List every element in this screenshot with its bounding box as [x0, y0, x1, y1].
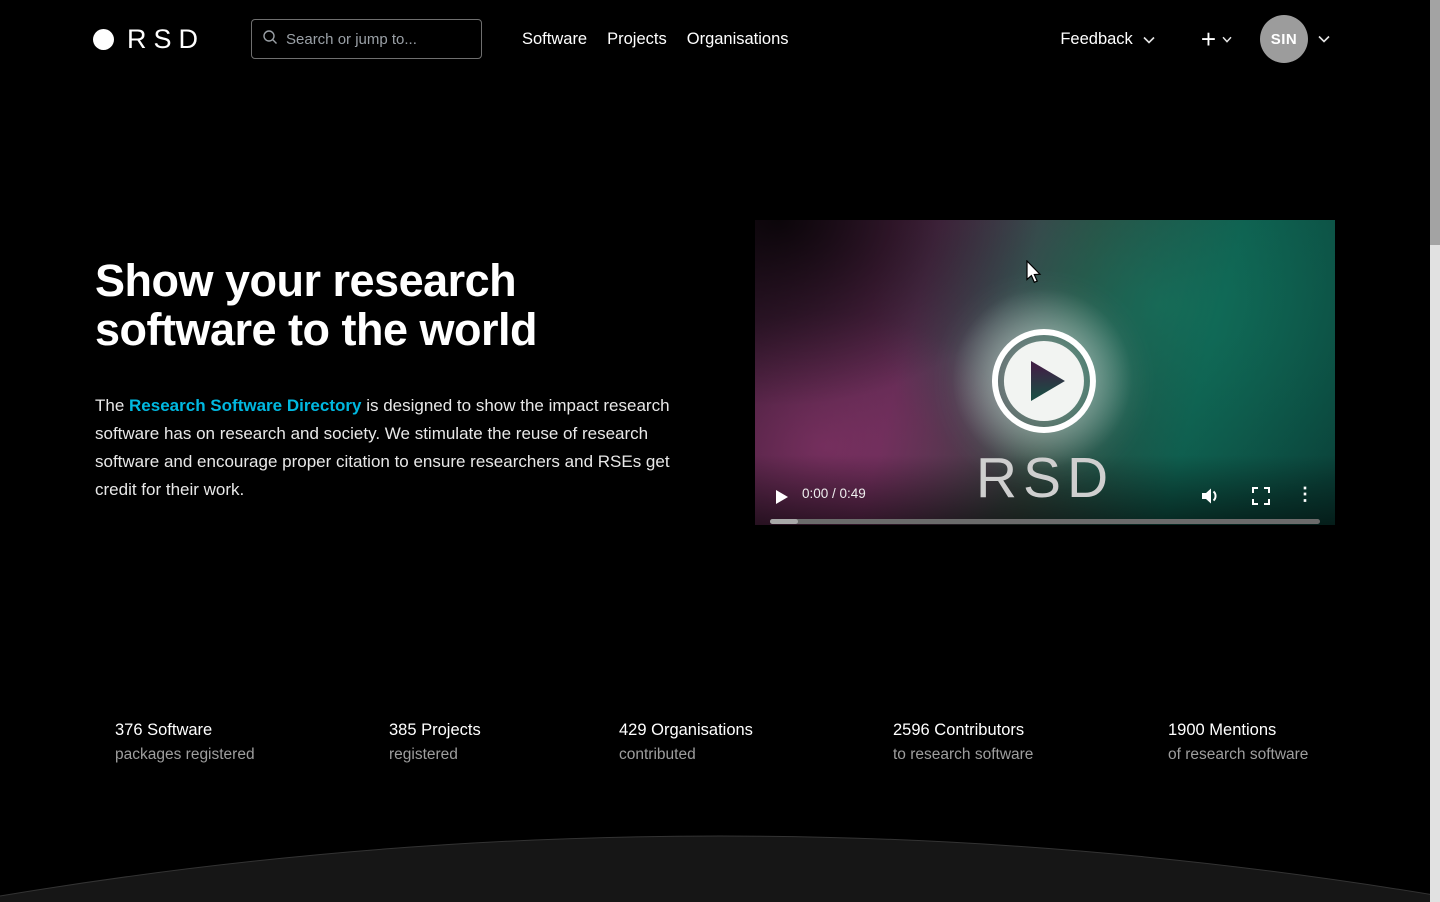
rsd-link[interactable]: Research Software Directory — [129, 396, 361, 415]
stat-contributors: 2596 Contributors to research software — [893, 718, 1168, 768]
stat-title: 1900 Mentions — [1168, 718, 1368, 742]
global-search[interactable] — [251, 19, 482, 59]
feedback-label: Feedback — [1060, 30, 1132, 49]
bottom-curve-decoration — [0, 832, 1440, 902]
page-title: Show your research software to the world — [95, 256, 670, 354]
stat-subtitle: registered — [389, 742, 619, 768]
header-right: Feedback + SIN — [1060, 0, 1330, 78]
stat-subtitle: packages registered — [115, 742, 389, 768]
play-icon[interactable] — [776, 490, 788, 504]
scrollbar-thumb[interactable] — [1430, 0, 1440, 245]
video-progress-loaded — [770, 519, 798, 524]
page-scrollbar[interactable] — [1430, 0, 1440, 902]
play-button[interactable] — [992, 329, 1096, 433]
user-menu[interactable]: SIN — [1260, 15, 1330, 63]
stat-subtitle: contributed — [619, 742, 893, 768]
chevron-down-icon — [1143, 30, 1155, 49]
stat-title: 2596 Contributors — [893, 718, 1168, 742]
intro-prefix: The — [95, 396, 129, 415]
fullscreen-icon[interactable] — [1252, 487, 1270, 510]
search-icon — [262, 29, 278, 50]
main-nav: Software Projects Organisations — [522, 0, 789, 78]
stat-subtitle: to research software — [893, 742, 1168, 768]
stat-mentions: 1900 Mentions of research software — [1168, 718, 1368, 768]
plus-icon: + — [1201, 26, 1216, 52]
add-menu[interactable]: + — [1201, 26, 1232, 52]
play-button-disc — [1004, 341, 1084, 421]
stat-title: 376 Software — [115, 718, 389, 742]
rsd-logo-text[interactable]: RSD — [127, 24, 205, 55]
video-controls: 0:00 / 0:49 ⋮ — [755, 483, 1335, 511]
video-time-display: 0:00 / 0:49 — [802, 486, 866, 501]
video-progress-bar[interactable] — [770, 519, 1320, 524]
chevron-down-icon — [1222, 30, 1232, 48]
nav-projects[interactable]: Projects — [607, 30, 667, 49]
nav-software[interactable]: Software — [522, 30, 587, 49]
stat-software: 376 Software packages registered — [115, 718, 389, 768]
stat-title: 429 Organisations — [619, 718, 893, 742]
play-icon — [1031, 361, 1065, 401]
avatar[interactable]: SIN — [1260, 15, 1308, 63]
homepage: RSD Software Projects Organisations Feed… — [0, 0, 1440, 902]
stat-projects: 385 Projects registered — [389, 718, 619, 768]
feedback-menu[interactable]: Feedback — [1060, 30, 1154, 49]
intro-paragraph: The Research Software Directory is desig… — [95, 392, 670, 504]
nav-organisations[interactable]: Organisations — [687, 30, 789, 49]
chevron-down-icon — [1318, 30, 1330, 48]
stat-title: 385 Projects — [389, 718, 619, 742]
stats-row: 376 Software packages registered 385 Pro… — [115, 718, 1368, 768]
mouse-cursor — [1023, 260, 1043, 291]
rsd-logo-icon[interactable] — [93, 29, 114, 50]
volume-icon[interactable] — [1201, 486, 1223, 511]
more-options-icon[interactable]: ⋮ — [1296, 484, 1314, 505]
stat-organisations: 429 Organisations contributed — [619, 718, 893, 768]
search-input[interactable] — [286, 31, 485, 48]
stat-subtitle: of research software — [1168, 742, 1368, 768]
intro-video-player[interactable]: RSD 0:00 / 0:49 ⋮ — [755, 220, 1335, 525]
main-header: RSD Software Projects Organisations Feed… — [0, 0, 1440, 78]
